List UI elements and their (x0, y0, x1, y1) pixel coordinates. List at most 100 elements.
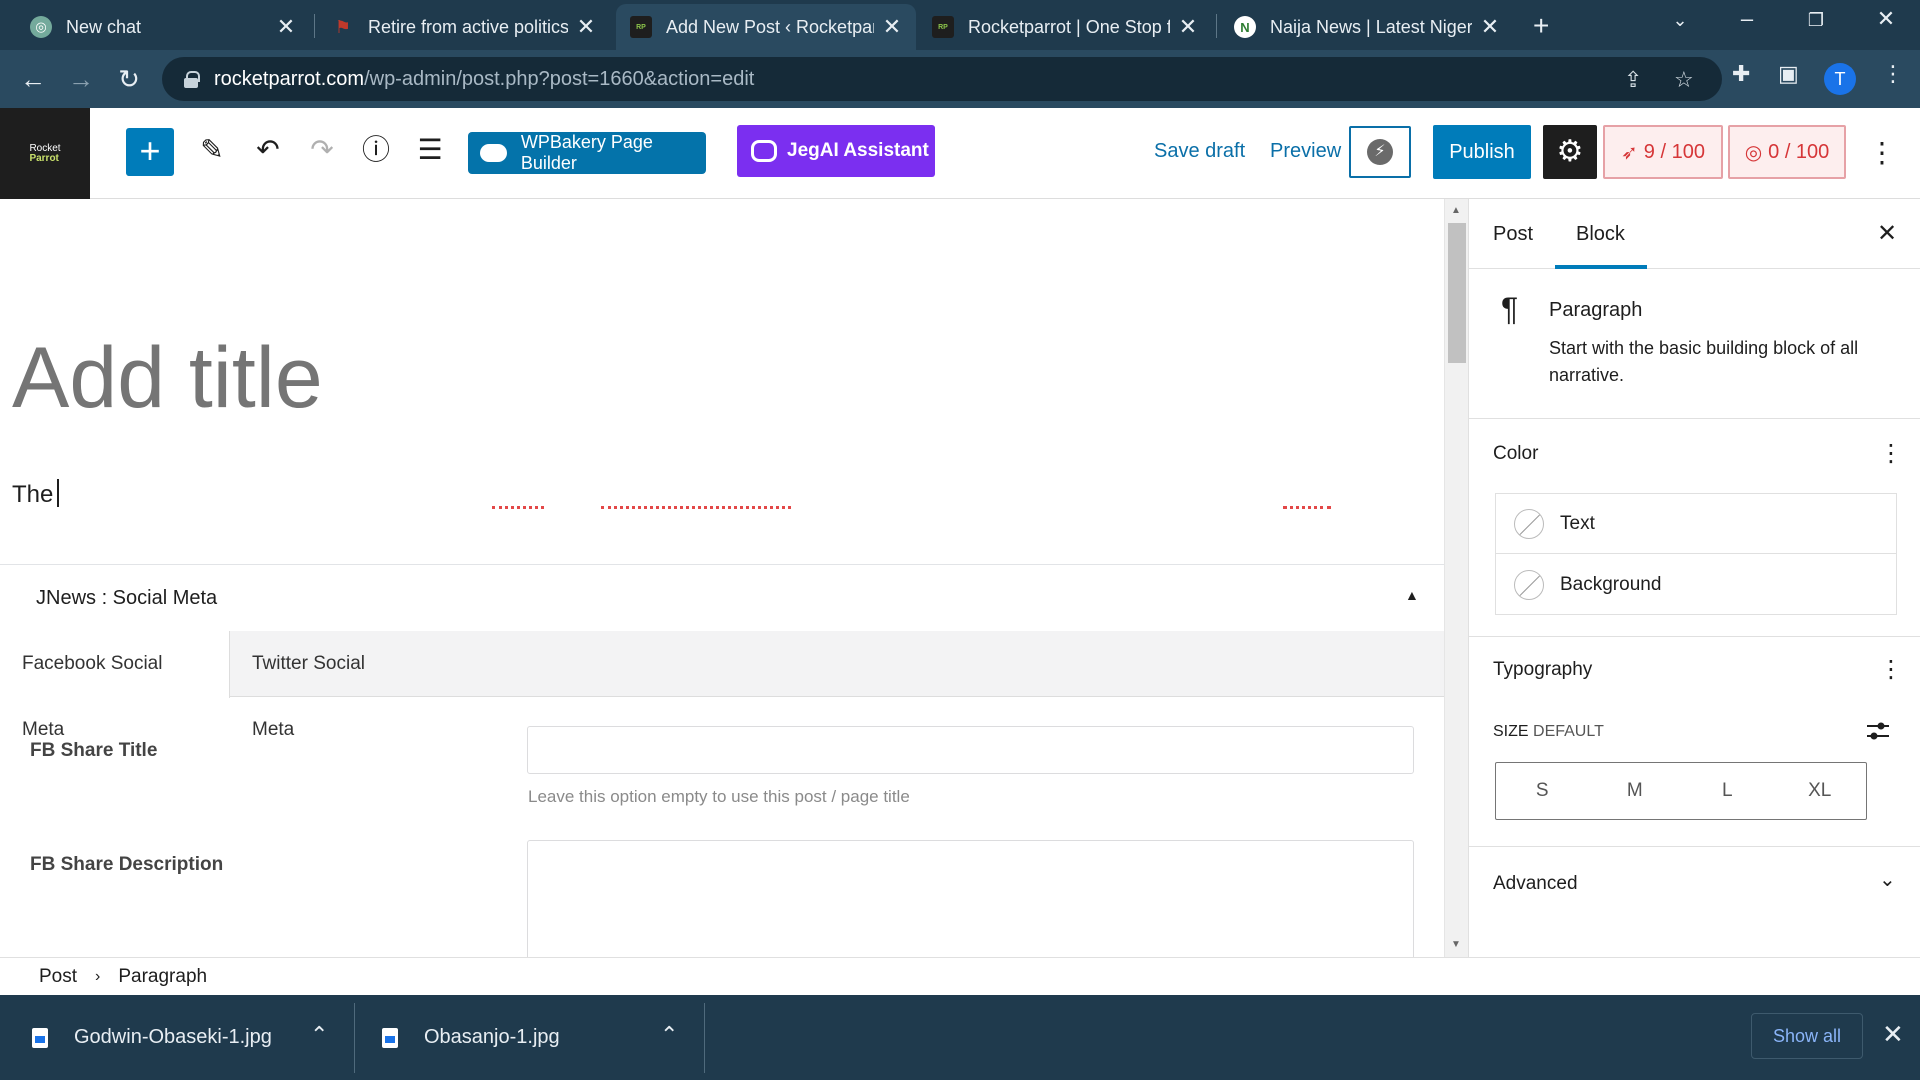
chevron-down-icon[interactable]: ⌄ (1879, 867, 1896, 892)
tab-search-icon[interactable]: ⌄ (1660, 10, 1700, 31)
fb-share-description-input[interactable] (527, 840, 1414, 957)
custom-size-sliders-icon[interactable] (1865, 719, 1891, 743)
scroll-thumb[interactable] (1448, 223, 1466, 363)
social-meta-tabs: Facebook Social Meta Twitter Social Meta (0, 631, 1444, 740)
list-view-icon[interactable]: ☰ (410, 130, 450, 170)
browser-tab[interactable]: ⚑ Retire from active politics ✕ (318, 4, 610, 50)
options-menu-icon[interactable]: ⋮ (1868, 136, 1896, 169)
tab-title: New chat (66, 16, 142, 37)
settings-gear-icon[interactable]: ⚙ (1543, 125, 1597, 179)
close-tab-icon[interactable]: ✕ (882, 14, 902, 40)
extensions-icon[interactable]: ✚ (1732, 61, 1750, 87)
close-tab-icon[interactable]: ✕ (576, 14, 596, 40)
close-tab-icon[interactable]: ✕ (1480, 14, 1500, 40)
tab-title: Add New Post ‹ Rocketparrot (666, 16, 874, 37)
paragraph-block[interactable]: The (12, 479, 60, 509)
save-draft-button[interactable]: Save draft (1154, 140, 1245, 163)
share-icon[interactable]: ⇪ (1624, 67, 1642, 93)
paragraph-text: The (12, 481, 54, 508)
block-inserter-button[interactable]: + (126, 128, 174, 176)
spellcheck-underline (492, 506, 544, 509)
typography-title[interactable]: Typography (1493, 659, 1592, 681)
download-filename: Godwin-Obaseki-1.jpg (74, 1026, 272, 1048)
download-shelf: Godwin-Obaseki-1.jpg ⌃ Obasanjo-1.jpg ⌃ … (0, 995, 1920, 1080)
advanced-section[interactable]: Advanced ⌄ (1469, 847, 1920, 927)
scroll-down-icon[interactable]: ▼ (1451, 939, 1461, 950)
back-icon[interactable]: ← (16, 62, 50, 96)
browser-tab[interactable]: RP Rocketparrot | One Stop for ✕ (918, 4, 1212, 50)
address-bar[interactable]: rocketparrot.com/wp-admin/post.php?post=… (162, 57, 1722, 101)
breadcrumb-post[interactable]: Post (39, 966, 77, 988)
undo-icon[interactable]: ↶ (248, 130, 288, 170)
social-meta-heading: JNews : Social Meta (36, 587, 218, 609)
site-logo[interactable]: Rocket Parrot (0, 108, 90, 199)
publish-button[interactable]: Publish (1433, 125, 1531, 179)
typography-options-icon[interactable]: ⋮ (1879, 655, 1903, 684)
canvas-scrollbar[interactable]: ▲ ▼ (1444, 199, 1468, 957)
url-path: /wp-admin/post.php?post=1660&action=edit (364, 67, 755, 90)
close-window-icon[interactable]: ✕ (1866, 6, 1906, 32)
profile-avatar[interactable]: T (1824, 63, 1856, 95)
tab-title: Rocketparrot | One Stop for (968, 16, 1170, 37)
side-panel-icon[interactable]: ▣ (1778, 61, 1799, 87)
close-download-shelf-icon[interactable]: ✕ (1882, 1019, 1904, 1050)
tab-separator (314, 14, 315, 38)
rocketparrot-icon: RP (630, 16, 652, 38)
rocketparrot-icon: RP (932, 16, 954, 38)
chevron-up-icon[interactable]: ⌃ (660, 1022, 678, 1048)
size-option-l[interactable]: L (1681, 763, 1774, 819)
background-color-option[interactable]: Background (1496, 555, 1896, 615)
seo-score-button[interactable]: ➶ 9 / 100 (1603, 125, 1723, 179)
fb-share-title-input[interactable] (527, 726, 1414, 774)
post-title-input[interactable]: Add title (12, 329, 323, 428)
tab-block[interactable]: Block (1576, 223, 1625, 246)
download-item[interactable]: Obasanjo-1.jpg (382, 995, 560, 1080)
size-option-xl[interactable]: XL (1774, 763, 1867, 819)
breadcrumb-paragraph[interactable]: Paragraph (118, 966, 207, 988)
size-option-m[interactable]: M (1589, 763, 1682, 819)
chevron-up-icon[interactable]: ⌃ (310, 1022, 328, 1048)
download-item[interactable]: Godwin-Obaseki-1.jpg (32, 995, 272, 1080)
new-tab-icon[interactable]: + (1533, 10, 1549, 42)
performance-button[interactable]: ⚡ (1349, 126, 1411, 178)
restore-icon[interactable]: ❐ (1796, 10, 1836, 31)
bookmark-star-icon[interactable]: ☆ (1674, 67, 1694, 93)
browser-menu-icon[interactable]: ⋮ (1882, 61, 1904, 87)
browser-tab[interactable]: ◎ New chat ✕ (16, 4, 310, 50)
preview-button[interactable]: Preview (1270, 140, 1341, 163)
show-all-downloads-button[interactable]: Show all (1751, 1013, 1863, 1059)
robot-icon (751, 140, 777, 162)
close-tab-icon[interactable]: ✕ (276, 14, 296, 40)
scroll-up-icon[interactable]: ▲ (1451, 205, 1461, 216)
close-sidebar-icon[interactable]: ✕ (1877, 219, 1897, 248)
close-tab-icon[interactable]: ✕ (1178, 14, 1198, 40)
color-title[interactable]: Color (1493, 443, 1538, 465)
fb-share-title-label: FB Share Title (30, 740, 158, 761)
readability-score-button[interactable]: ◎ 0 / 100 (1728, 125, 1846, 179)
reload-icon[interactable]: ↻ (112, 62, 146, 96)
block-card: ¶ Paragraph Start with the basic buildin… (1469, 269, 1920, 419)
size-label-text: SIZE (1493, 723, 1529, 740)
jegai-assistant-button[interactable]: JegAI Assistant (737, 125, 935, 177)
block-name: Paragraph (1549, 299, 1643, 321)
seo-score-value: 9 / 100 (1643, 140, 1705, 163)
size-option-s[interactable]: S (1496, 763, 1589, 819)
tab-facebook-social-meta[interactable]: Facebook Social Meta (0, 631, 230, 740)
flag-icon: ⚑ (334, 16, 352, 37)
minimize-icon[interactable]: – (1727, 6, 1767, 32)
wpbakery-button[interactable]: WPBakery Page Builder (468, 132, 706, 174)
tab-post[interactable]: Post (1493, 223, 1533, 246)
redo-icon[interactable]: ↷ (302, 130, 342, 170)
tab-twitter-social-meta[interactable]: Twitter Social Meta (230, 631, 434, 740)
readability-icon: ◎ (1744, 141, 1763, 164)
browser-tab-active[interactable]: RP Add New Post ‹ Rocketparrot ✕ (616, 4, 916, 50)
color-options-icon[interactable]: ⋮ (1879, 439, 1903, 468)
browser-tab[interactable]: N Naija News | Latest Nigerian ✕ (1220, 4, 1514, 50)
forward-icon[interactable]: → (64, 62, 98, 96)
info-icon[interactable]: ⓘ (356, 130, 396, 170)
pencil-icon[interactable]: ✎ (192, 130, 232, 170)
text-color-option[interactable]: Text (1496, 494, 1896, 554)
download-separator (704, 1003, 705, 1073)
collapse-toggle-icon[interactable]: ▲ (1405, 587, 1419, 603)
tab-title: Retire from active politics (368, 16, 568, 37)
